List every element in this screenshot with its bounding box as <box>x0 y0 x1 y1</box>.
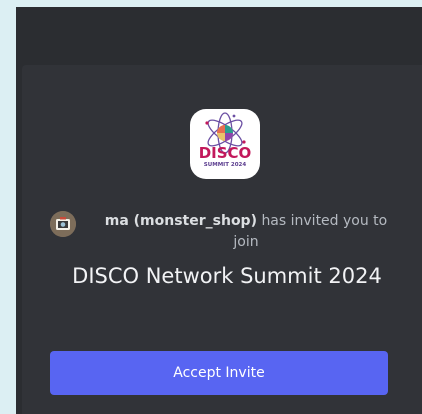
inviter-name[interactable]: ma (monster_shop) <box>105 213 257 229</box>
avatar[interactable] <box>50 211 76 237</box>
server-icon: DISCO SUMMIT 2024 <box>190 109 260 179</box>
logo-subtitle: SUMMIT 2024 <box>204 162 247 168</box>
server-name: DISCO Network Summit 2024 <box>72 264 382 288</box>
inviter-row: ma (monster_shop) has invited you to joi… <box>50 211 400 253</box>
invite-message: ma (monster_shop) has invited you to joi… <box>92 211 400 253</box>
invite-text: has invited you to join <box>233 213 388 250</box>
invite-screen: DISCO SUMMIT 2024 ma (monster_shop) has … <box>16 7 422 414</box>
accept-invite-button[interactable]: Accept Invite <box>50 351 388 395</box>
inviter-avatar-icon <box>50 211 76 237</box>
logo-title: DISCO <box>199 144 252 162</box>
invite-card: DISCO SUMMIT 2024 ma (monster_shop) has … <box>22 65 422 414</box>
disco-summit-logo: DISCO SUMMIT 2024 <box>199 112 252 168</box>
